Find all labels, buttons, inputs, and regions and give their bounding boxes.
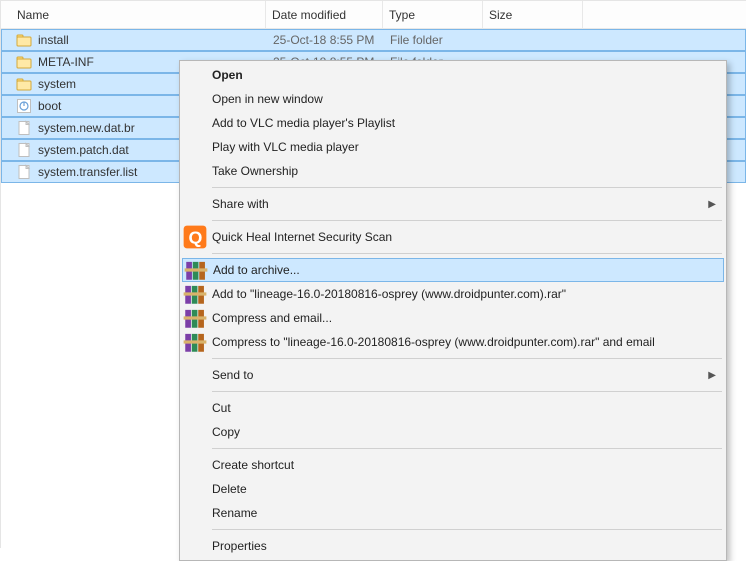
menu-take-ownership[interactable]: Take Ownership (182, 159, 724, 183)
column-header-type[interactable]: Type (383, 1, 483, 28)
menu-label: Create shortcut (208, 458, 716, 472)
winrar-icon (182, 306, 208, 330)
menu-label: Delete (208, 482, 716, 496)
submenu-arrow-icon: ▶ (704, 199, 716, 210)
column-header-size[interactable]: Size (483, 1, 583, 28)
file-date: 25-Oct-18 8:55 PM (267, 30, 384, 50)
file-name: system.transfer.list (38, 165, 137, 179)
menu-label: Open (208, 68, 716, 82)
column-header-name[interactable]: Name (1, 1, 266, 28)
blank-icon (182, 477, 208, 501)
blank-icon (182, 87, 208, 111)
menu-add-to-archive[interactable]: Add to archive... (182, 258, 724, 282)
menu-label: Add to archive... (209, 263, 715, 277)
menu-vlc-play[interactable]: Play with VLC media player (182, 135, 724, 159)
file-name: system.new.dat.br (38, 121, 135, 135)
menu-label: Properties (208, 539, 716, 553)
menu-add-to-named-rar[interactable]: Add to "lineage-16.0-20180816-osprey (ww… (182, 282, 724, 306)
menu-send-to[interactable]: Send to ▶ (182, 363, 724, 387)
menu-separator (212, 448, 722, 449)
menu-open-new-window[interactable]: Open in new window (182, 87, 724, 111)
file-icon (16, 164, 32, 180)
menu-separator (212, 187, 722, 188)
menu-create-shortcut[interactable]: Create shortcut (182, 453, 724, 477)
menu-compress-named-email[interactable]: Compress to "lineage-16.0-20180816-ospre… (182, 330, 724, 354)
file-icon (16, 142, 32, 158)
menu-label: Compress and email... (208, 311, 716, 325)
quickheal-icon: Q (182, 225, 208, 249)
winrar-icon (183, 259, 209, 281)
folder-icon (16, 54, 32, 70)
menu-cut[interactable]: Cut (182, 396, 724, 420)
file-name: system.patch.dat (38, 143, 129, 157)
menu-separator (212, 220, 722, 221)
file-name: META-INF (38, 55, 94, 69)
menu-label: Open in new window (208, 92, 716, 106)
file-row[interactable]: install 25-Oct-18 8:55 PM File folder (1, 29, 746, 51)
column-header-date[interactable]: Date modified (266, 1, 383, 28)
blank-icon (182, 135, 208, 159)
blank-icon (182, 534, 208, 558)
submenu-arrow-icon: ▶ (704, 370, 716, 381)
menu-label: Add to "lineage-16.0-20180816-osprey (ww… (208, 287, 716, 301)
blank-icon (182, 192, 208, 216)
menu-separator (212, 253, 722, 254)
folder-icon (16, 76, 32, 92)
blank-icon (182, 420, 208, 444)
context-menu: Open Open in new window Add to VLC media… (179, 60, 727, 561)
menu-label: Play with VLC media player (208, 140, 716, 154)
blank-icon (182, 396, 208, 420)
menu-open[interactable]: Open (182, 63, 724, 87)
menu-copy[interactable]: Copy (182, 420, 724, 444)
disc-icon (16, 98, 32, 114)
file-size (484, 30, 584, 50)
menu-vlc-add[interactable]: Add to VLC media player's Playlist (182, 111, 724, 135)
winrar-icon (182, 282, 208, 306)
menu-label: Share with (208, 197, 704, 211)
file-name: boot (38, 99, 61, 113)
menu-label: Cut (208, 401, 716, 415)
column-header-row: Name Date modified Type Size (1, 1, 746, 29)
menu-rename[interactable]: Rename (182, 501, 724, 525)
svg-text:Q: Q (189, 228, 203, 248)
menu-label: Take Ownership (208, 164, 716, 178)
blank-icon (182, 363, 208, 387)
menu-separator (212, 358, 722, 359)
blank-icon (182, 453, 208, 477)
menu-label: Rename (208, 506, 716, 520)
file-name: install (38, 33, 69, 47)
menu-properties[interactable]: Properties (182, 534, 724, 558)
menu-separator (212, 391, 722, 392)
file-icon (16, 120, 32, 136)
menu-quickheal-scan[interactable]: Q Quick Heal Internet Security Scan (182, 225, 724, 249)
menu-label: Quick Heal Internet Security Scan (208, 230, 716, 244)
menu-delete[interactable]: Delete (182, 477, 724, 501)
file-name: system (38, 77, 76, 91)
file-type: File folder (384, 30, 484, 50)
menu-label: Add to VLC media player's Playlist (208, 116, 716, 130)
menu-label: Send to (208, 368, 704, 382)
blank-icon (182, 63, 208, 87)
blank-icon (182, 159, 208, 183)
winrar-icon (182, 330, 208, 354)
menu-separator (212, 529, 722, 530)
blank-icon (182, 111, 208, 135)
folder-icon (16, 32, 32, 48)
blank-icon (182, 501, 208, 525)
menu-share-with[interactable]: Share with ▶ (182, 192, 724, 216)
menu-label: Compress to "lineage-16.0-20180816-ospre… (208, 335, 716, 349)
menu-label: Copy (208, 425, 716, 439)
menu-compress-email[interactable]: Compress and email... (182, 306, 724, 330)
